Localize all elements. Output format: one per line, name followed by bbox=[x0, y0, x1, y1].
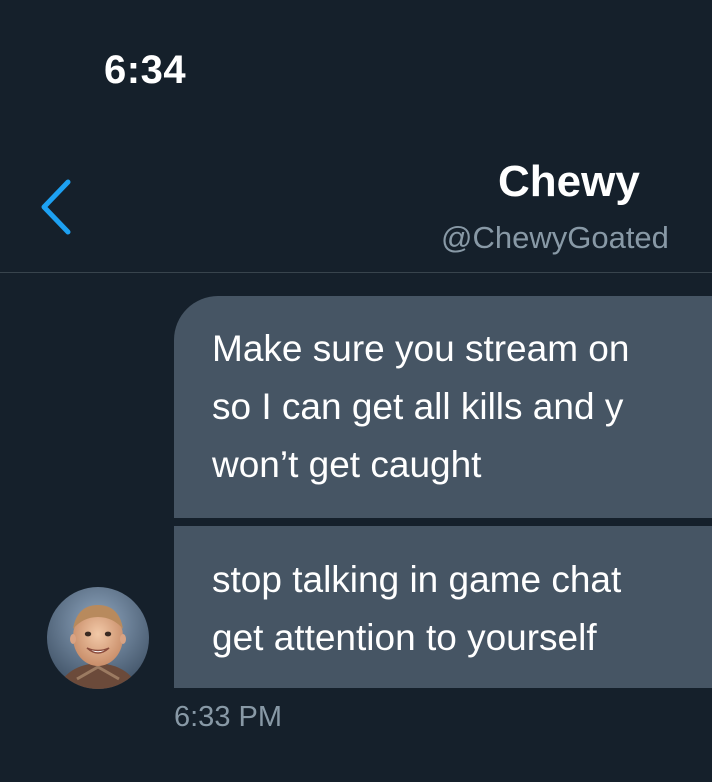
message-text: Make sure you stream on so I can get all… bbox=[212, 320, 629, 494]
chevron-left-icon bbox=[41, 179, 71, 235]
message-line: so I can get all kills and y bbox=[212, 386, 624, 427]
message-timestamp: 6:33 PM bbox=[174, 701, 282, 733]
message-line: stop talking in game chat bbox=[212, 559, 622, 600]
message-line: Make sure you stream on bbox=[212, 328, 630, 369]
message-text: stop talking in game chat get attention … bbox=[212, 551, 621, 667]
sender-avatar[interactable] bbox=[47, 587, 149, 689]
message-bubble[interactable]: Make sure you stream on so I can get all… bbox=[174, 296, 712, 518]
contact-name[interactable]: Chewy bbox=[498, 160, 640, 204]
message-line: won’t get caught bbox=[212, 444, 482, 485]
message-bubble[interactable]: stop talking in game chat get attention … bbox=[174, 526, 712, 688]
user-avatar-icon bbox=[47, 587, 149, 689]
header-divider bbox=[0, 272, 712, 273]
contact-handle[interactable]: @ChewyGoated bbox=[441, 222, 669, 253]
message-line: get attention to yourself bbox=[212, 617, 597, 658]
status-bar-time: 6:34 bbox=[104, 48, 187, 92]
back-button[interactable] bbox=[34, 176, 82, 240]
